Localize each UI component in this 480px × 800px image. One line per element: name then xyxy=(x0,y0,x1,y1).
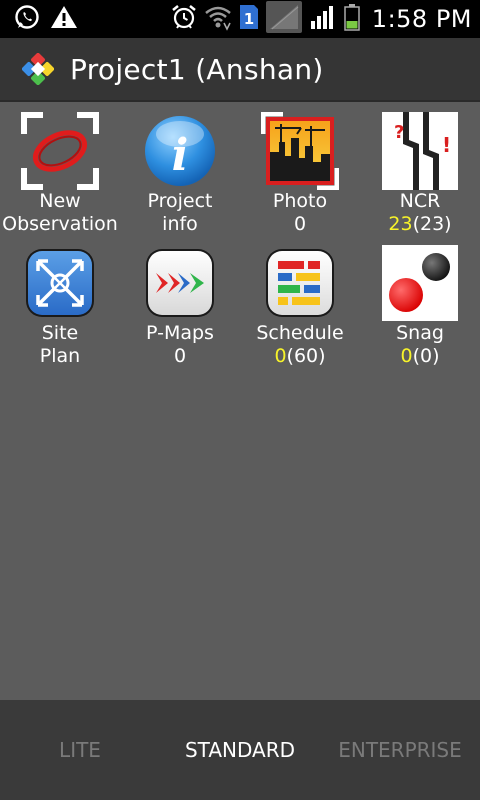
tile-snag[interactable]: Snag 0(0) xyxy=(360,244,480,368)
tile-photo[interactable]: Photo 0 xyxy=(240,112,360,236)
tile-label: Schedule xyxy=(256,322,344,344)
tile-label: Plan xyxy=(39,345,81,367)
tab-standard[interactable]: STANDARD xyxy=(160,738,320,762)
alarm-icon xyxy=(170,3,198,35)
tile-count: 0(60) xyxy=(274,345,325,368)
svg-text:?: ? xyxy=(394,122,404,143)
photo-icon xyxy=(261,112,339,190)
whatsapp-icon xyxy=(14,4,40,34)
tile-label: Site xyxy=(41,322,79,344)
tile-count-total: (60) xyxy=(286,345,326,367)
battery-icon xyxy=(344,3,360,35)
tile-count: 0 xyxy=(173,345,187,367)
tile-ncr[interactable]: ? ! NCR 23(23) xyxy=(360,112,480,236)
wifi-icon xyxy=(204,3,232,35)
pmaps-icon xyxy=(141,244,219,322)
svg-text:!: ! xyxy=(442,133,451,157)
ncr-icon: ? ! xyxy=(381,112,459,190)
signal-icon xyxy=(308,3,338,35)
status-time: 1:58 PM xyxy=(371,5,472,33)
tile-count-highlight: 0 xyxy=(400,345,413,367)
tile-label: info xyxy=(162,213,198,235)
snag-icon xyxy=(381,244,459,322)
schedule-icon xyxy=(261,244,339,322)
no-signal-icon xyxy=(265,1,302,37)
status-bar: 1 1:58 PM xyxy=(0,0,480,38)
info-icon: i xyxy=(141,112,219,190)
tile-label: P-Maps xyxy=(146,322,214,344)
tile-label: NCR xyxy=(399,190,441,212)
tile-label: Photo xyxy=(272,190,328,212)
tile-count: 0(0) xyxy=(400,345,439,368)
tile-count-total: (23) xyxy=(412,213,452,235)
tile-schedule[interactable]: Schedule 0(60) xyxy=(240,244,360,368)
module-grid: New Observation i Project info Photo 0 ?… xyxy=(0,112,480,368)
app-logo-icon[interactable] xyxy=(21,52,55,86)
svg-text:i: i xyxy=(172,130,189,181)
tile-count-highlight: 23 xyxy=(388,213,413,235)
tile-label: Project xyxy=(147,190,213,212)
page-title: Project1 (Anshan) xyxy=(70,52,324,86)
tile-project-info[interactable]: i Project info xyxy=(120,112,240,236)
action-bar: Project1 (Anshan) xyxy=(0,38,480,102)
tile-count: 23(23) xyxy=(388,213,451,236)
new-observation-icon xyxy=(21,112,99,190)
tile-p-maps[interactable]: P-Maps 0 xyxy=(120,244,240,368)
tile-label: Observation xyxy=(2,213,118,235)
tile-label: Snag xyxy=(396,322,444,344)
tile-count: 0 xyxy=(293,213,307,235)
tile-new-observation[interactable]: New Observation xyxy=(0,112,120,236)
tile-site-plan[interactable]: Site Plan xyxy=(0,244,120,368)
tile-count-highlight: 0 xyxy=(274,345,287,367)
tile-count-total: (0) xyxy=(412,345,440,367)
tab-enterprise[interactable]: ENTERPRISE xyxy=(320,738,480,762)
edition-tabs: LITE STANDARD ENTERPRISE xyxy=(0,700,480,800)
warning-icon xyxy=(50,4,78,34)
tab-lite[interactable]: LITE xyxy=(0,738,160,762)
tile-label: New xyxy=(39,190,81,212)
svg-text:1: 1 xyxy=(244,10,254,28)
site-plan-icon xyxy=(21,244,99,322)
sim-icon: 1 xyxy=(238,3,260,35)
